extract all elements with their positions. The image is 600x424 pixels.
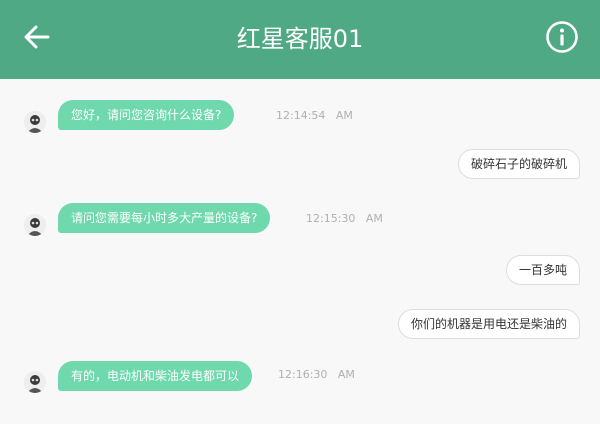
incoming-message: 请问您需要每小时多大产量的设备? — [58, 203, 271, 233]
message-text: 有的，电动机和柴油发电都可以 — [71, 369, 240, 383]
timestamp-time: 12:16:30 — [278, 368, 328, 381]
timestamp-time: 12:14:54 — [276, 109, 326, 122]
outgoing-message: 一百多吨 — [505, 255, 580, 285]
message-text: 您好，请问您咨询什么设备? — [71, 108, 222, 122]
avatar-icon — [24, 371, 46, 393]
message-text: 一百多吨 — [518, 263, 567, 277]
timestamp-time: 12:15:30 — [306, 212, 356, 225]
agent-avatar — [24, 111, 46, 133]
app-header: 红星客服01 — [0, 0, 600, 79]
chat-area[interactable]: 您好，请问您咨询什么设备? 12:14:54 AM 破碎石子的破碎机 请问您需要… — [0, 79, 600, 424]
agent-avatar — [24, 371, 46, 393]
info-button[interactable] — [545, 20, 579, 54]
message-timestamp: 12:16:30 AM — [278, 368, 355, 382]
message-timestamp: 12:14:54 AM — [276, 109, 353, 123]
page-title: 红星客服01 — [236, 25, 364, 53]
timestamp-ampm: AM — [337, 368, 355, 381]
avatar-icon — [24, 214, 46, 236]
message-text: 请问您需要每小时多大产量的设备? — [71, 211, 258, 225]
info-circle-icon — [546, 21, 578, 53]
outgoing-message: 你们的机器是用电还是柴油的 — [397, 309, 580, 339]
message-text: 破碎石子的破碎机 — [470, 157, 567, 171]
back-button[interactable] — [22, 22, 52, 52]
arrow-left-icon — [24, 25, 50, 49]
message-text: 你们的机器是用电还是柴油的 — [410, 317, 567, 331]
outgoing-message: 破碎石子的破碎机 — [457, 149, 580, 179]
message-timestamp: 12:15:30 AM — [306, 212, 383, 226]
incoming-message: 有的，电动机和柴油发电都可以 — [58, 361, 253, 391]
timestamp-ampm: AM — [365, 212, 383, 225]
incoming-message: 您好，请问您咨询什么设备? — [58, 100, 235, 130]
timestamp-ampm: AM — [335, 109, 353, 122]
agent-avatar — [24, 214, 46, 236]
avatar-icon — [24, 111, 46, 133]
